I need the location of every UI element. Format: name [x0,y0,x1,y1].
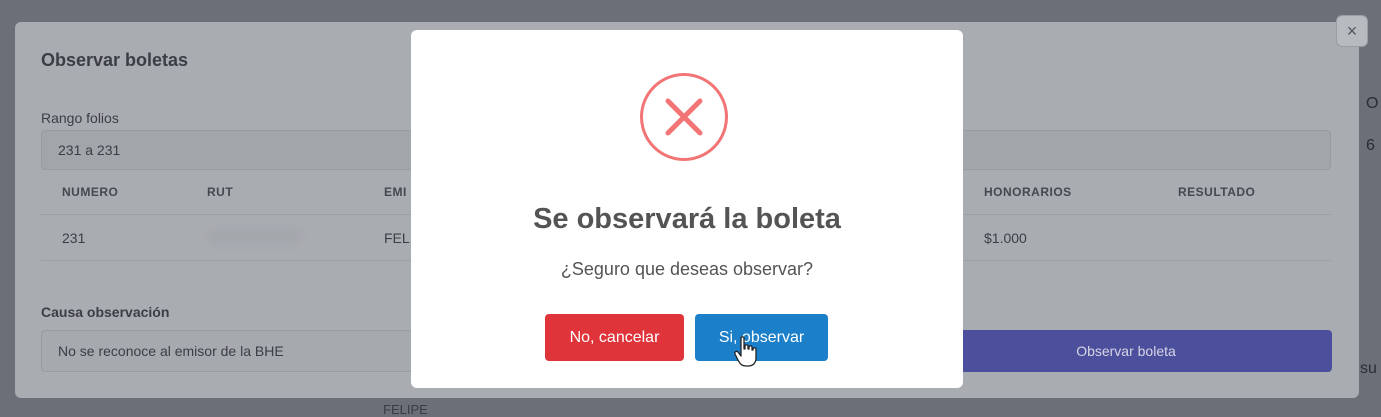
table-header-emisor: EMI [384,185,407,199]
cancel-button[interactable]: No, cancelar [545,314,684,361]
modal-title: Observar boletas [41,50,189,70]
table-cell-honorarios: $1.000 [984,230,1027,246]
observar-boleta-button[interactable]: Observar boleta [920,330,1332,372]
background-text: su [1360,360,1377,377]
table-header-rut: RUT [207,185,234,199]
confirm-button[interactable]: Si, observar [695,314,828,361]
table-cell-emisor: FEL [384,230,410,246]
table-cell-numero: 231 [62,230,86,246]
background-text: FELIPE [383,402,428,417]
dialog-text: ¿Seguro que deseas observar? [560,259,814,279]
hand-cursor-icon [734,336,757,367]
rango-folios-label: Rango folios [41,110,119,126]
table-header-numero: NUMERO [62,185,119,199]
background-text: O [1366,95,1379,112]
causa-observacion-label: Causa observación [41,304,170,320]
modal-close-button[interactable]: × [1336,15,1368,47]
error-x-icon [640,73,728,161]
table-header-resultado: RESULTADO [1178,185,1256,199]
table-header-honorarios: HONORARIOS [984,185,1072,199]
table-cell-rut-redacted [207,229,302,245]
confirm-dialog: Se observará la boleta ¿Seguro que desea… [411,30,963,388]
background-text: 6 [1366,137,1375,154]
dialog-title: Se observará la boleta [533,203,841,235]
causa-observacion-select[interactable]: No se reconoce al emisor de la BHE [41,330,421,372]
